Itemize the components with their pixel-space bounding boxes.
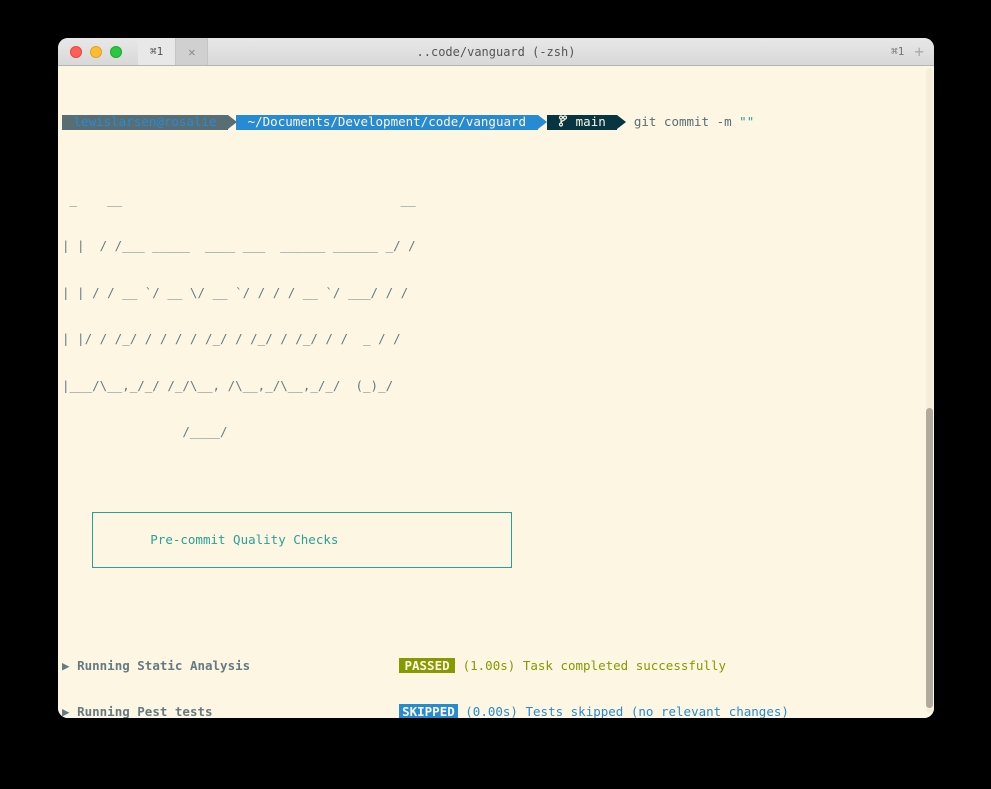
check-msg: Task completed successfully bbox=[523, 658, 726, 673]
new-tab-button[interactable]: + bbox=[914, 42, 924, 61]
prompt-line-1: lewislarsen@rosalie ~/Documents/Developm… bbox=[62, 115, 930, 130]
check-label: Running Static Analysis bbox=[77, 658, 399, 674]
check-time: (1.00s) bbox=[463, 658, 516, 673]
scrollbar-thumb[interactable] bbox=[926, 408, 933, 708]
ascii-art-line: | |/ / /_/ / / / / /_/ / /_/ / /_/ / / _… bbox=[62, 331, 930, 347]
triangle-icon: ▶ bbox=[62, 658, 77, 673]
zoom-window-button[interactable] bbox=[110, 46, 122, 58]
prompt-branch: main bbox=[547, 115, 618, 130]
git-branch-icon bbox=[558, 114, 568, 130]
shortcut-indicator: ⌘1 bbox=[891, 45, 904, 58]
prompt-separator-icon bbox=[538, 115, 547, 129]
prompt-separator-icon bbox=[228, 115, 237, 129]
ascii-art-line: _ __ __ bbox=[62, 192, 930, 208]
scrollbar-track[interactable] bbox=[926, 68, 933, 713]
check-time: (0.00s) bbox=[465, 704, 518, 718]
tab-active[interactable]: ⌘1 bbox=[138, 38, 176, 65]
triangle-icon: ▶ bbox=[62, 704, 77, 718]
traffic-lights bbox=[58, 46, 122, 58]
command-input[interactable]: git commit -m "" bbox=[626, 114, 754, 130]
ascii-art-line: | | / /___ _____ ____ ___ ______ ______ … bbox=[62, 238, 930, 254]
check-row: ▶ Running Static AnalysisPASSED (1.00s) … bbox=[62, 658, 930, 674]
terminal-viewport[interactable]: lewislarsen@rosalie ~/Documents/Developm… bbox=[58, 66, 934, 718]
check-row: ▶ Running Pest testsSKIPPED (0.00s) Test… bbox=[62, 704, 930, 718]
section-box-checks: Pre-commit Quality Checks bbox=[92, 512, 512, 569]
section-title: Pre-commit Quality Checks bbox=[150, 532, 338, 547]
titlebar: ⌘1 ✕ ..code/vanguard (-zsh) ⌘1 + bbox=[58, 38, 934, 66]
status-badge: PASSED bbox=[399, 658, 455, 674]
ascii-art-line: /____/ bbox=[62, 424, 930, 440]
terminal-window: ⌘1 ✕ ..code/vanguard (-zsh) ⌘1 + lewisla… bbox=[58, 38, 934, 718]
status-badge: SKIPPED bbox=[399, 704, 458, 718]
close-tab-icon[interactable]: ✕ bbox=[188, 45, 195, 59]
minimize-window-button[interactable] bbox=[90, 46, 102, 58]
check-label: Running Pest tests bbox=[77, 704, 399, 718]
ascii-art-line: |___/\__,_/_/ /_/\__, /\__,_/\__,_/_/ (_… bbox=[62, 378, 930, 394]
titlebar-right: ⌘1 + bbox=[891, 42, 934, 61]
tab-bar: ⌘1 ✕ bbox=[138, 38, 208, 65]
check-msg: Tests skipped (no relevant changes) bbox=[526, 704, 789, 718]
prompt-user-host: lewislarsen@rosalie bbox=[62, 115, 228, 130]
ascii-art-line: | | / / __ `/ __ \/ __ `/ / / / __ `/ __… bbox=[62, 285, 930, 301]
tab-close-area[interactable]: ✕ bbox=[176, 38, 208, 65]
tab-shortcut: ⌘1 bbox=[150, 45, 163, 58]
close-window-button[interactable] bbox=[70, 46, 82, 58]
prompt-separator-icon bbox=[617, 115, 626, 129]
prompt-path: ~/Documents/Development/code/vanguard bbox=[236, 115, 538, 130]
